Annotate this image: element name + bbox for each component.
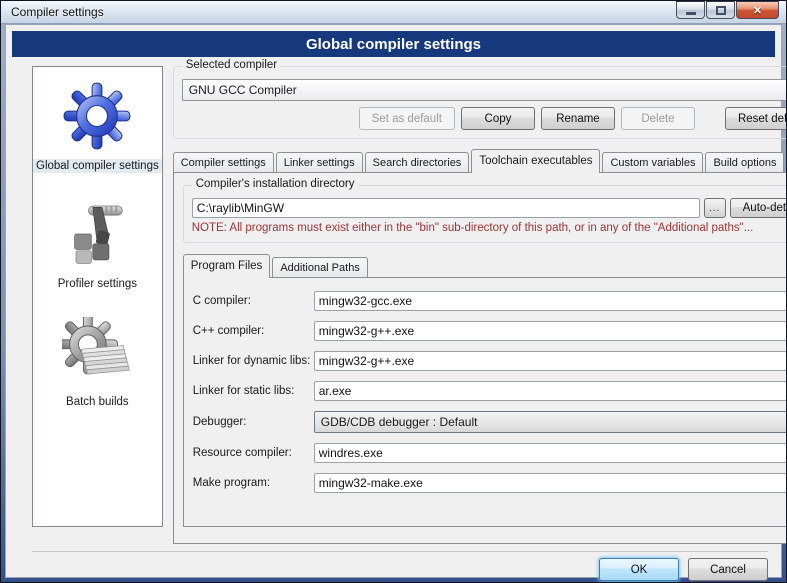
settings-tabstrip: Compiler settings Linker settings Search…: [173, 148, 787, 172]
debugger-label: Debugger:: [193, 416, 314, 428]
field-row-c-compiler: C compiler: ...: [193, 291, 787, 311]
minimize-button[interactable]: [676, 1, 705, 19]
installation-directory-group: Compiler's installation directory ... Au…: [183, 185, 787, 243]
selected-compiler-group-label: Selected compiler: [182, 59, 281, 71]
program-files-panel: C compiler: ... C++ compiler: ...: [183, 277, 787, 527]
delete-button[interactable]: Delete: [621, 107, 695, 130]
tab-compiler-settings[interactable]: Compiler settings: [173, 152, 274, 172]
installation-directory-group-label: Compiler's installation directory: [192, 178, 359, 190]
installation-directory-input[interactable]: [192, 198, 700, 218]
toolchain-executables-panel: Compiler's installation directory ... Au…: [173, 172, 787, 544]
tab-custom-variables[interactable]: Custom variables: [602, 152, 703, 172]
dialog-client-area: Global compiler settings: [5, 24, 782, 578]
dynamic-linker-input[interactable]: [314, 351, 787, 371]
copy-button[interactable]: Copy: [461, 107, 535, 130]
c-compiler-label: C compiler:: [193, 295, 314, 307]
maximize-icon: [716, 6, 726, 15]
debugger-select[interactable]: GDB/CDB debugger : Default ▼: [314, 411, 787, 433]
titlebar[interactable]: Compiler settings ✕: [1, 1, 786, 24]
settings-category-list: Global compiler settings: [32, 66, 163, 527]
caliper-icon: [62, 199, 132, 269]
sidebar-item-batch-builds[interactable]: Batch builds: [33, 307, 162, 425]
sidebar-item-global-compiler-settings[interactable]: Global compiler settings: [33, 71, 162, 189]
field-row-resource-compiler: Resource compiler: ...: [193, 443, 787, 463]
installation-directory-browse-button[interactable]: ...: [704, 198, 726, 218]
cpp-compiler-input[interactable]: [314, 321, 787, 341]
dynamic-linker-label: Linker for dynamic libs:: [193, 355, 314, 367]
dialog-footer: OK Cancel: [32, 551, 768, 581]
blue-gear-icon: [62, 81, 132, 151]
tab-linker-settings[interactable]: Linker settings: [276, 152, 363, 172]
selected-compiler-group: Selected compiler GNU GCC Compiler ▼ Set…: [173, 66, 787, 139]
reset-defaults-button[interactable]: Reset defaults: [725, 107, 787, 130]
close-icon: ✕: [753, 4, 762, 17]
tab-build-options[interactable]: Build options: [705, 152, 784, 172]
window-controls: ✕: [676, 1, 779, 19]
cancel-button[interactable]: Cancel: [688, 558, 768, 581]
field-row-dynamic-linker: Linker for dynamic libs: ...: [193, 351, 787, 371]
window-title: Compiler settings: [11, 5, 104, 19]
field-row-cpp-compiler: C++ compiler: ...: [193, 321, 787, 341]
sidebar-item-label: Batch builds: [63, 395, 132, 409]
sidebar-item-label: Global compiler settings: [33, 159, 162, 173]
maximize-button[interactable]: [706, 1, 735, 19]
gear-stack-icon: [62, 317, 132, 387]
make-program-label: Make program:: [193, 477, 314, 489]
tab-search-directories[interactable]: Search directories: [365, 152, 470, 172]
compiler-select-value: GNU GCC Compiler: [189, 83, 787, 97]
set-as-default-button[interactable]: Set as default: [359, 107, 455, 130]
resource-compiler-input[interactable]: [314, 443, 787, 463]
tab-additional-paths[interactable]: Additional Paths: [272, 257, 368, 277]
sidebar-item-profiler-settings[interactable]: Profiler settings: [33, 189, 162, 307]
static-linker-input[interactable]: [314, 381, 787, 401]
tab-toolchain-executables[interactable]: Toolchain executables: [471, 149, 600, 173]
make-program-input[interactable]: [314, 473, 787, 493]
debugger-select-value: GDB/CDB debugger : Default: [321, 415, 787, 429]
field-row-static-linker: Linker for static libs: ...: [193, 381, 787, 401]
compiler-settings-window: Compiler settings ✕ Global compiler sett…: [0, 0, 787, 583]
page-title: Global compiler settings: [306, 36, 481, 53]
tab-program-files[interactable]: Program Files: [183, 254, 271, 278]
sidebar-item-label: Profiler settings: [55, 277, 140, 291]
page-header: Global compiler settings: [12, 31, 775, 57]
resource-compiler-label: Resource compiler:: [193, 447, 314, 459]
field-row-debugger: Debugger: GDB/CDB debugger : Default ▼: [193, 411, 787, 433]
installation-note: NOTE: All programs must exist either in …: [192, 222, 787, 234]
programs-tabstrip: Program Files Additional Paths: [183, 255, 787, 277]
auto-detect-button[interactable]: Auto-detect: [730, 198, 787, 218]
close-button[interactable]: ✕: [736, 1, 779, 19]
field-row-make-program: Make program: ...: [193, 473, 787, 493]
compiler-select[interactable]: GNU GCC Compiler ▼: [182, 79, 787, 101]
minimize-icon: [686, 12, 696, 15]
cpp-compiler-label: C++ compiler:: [193, 325, 314, 337]
ok-button[interactable]: OK: [599, 558, 679, 581]
rename-button[interactable]: Rename: [541, 107, 615, 130]
static-linker-label: Linker for static libs:: [193, 385, 314, 397]
c-compiler-input[interactable]: [314, 291, 787, 311]
